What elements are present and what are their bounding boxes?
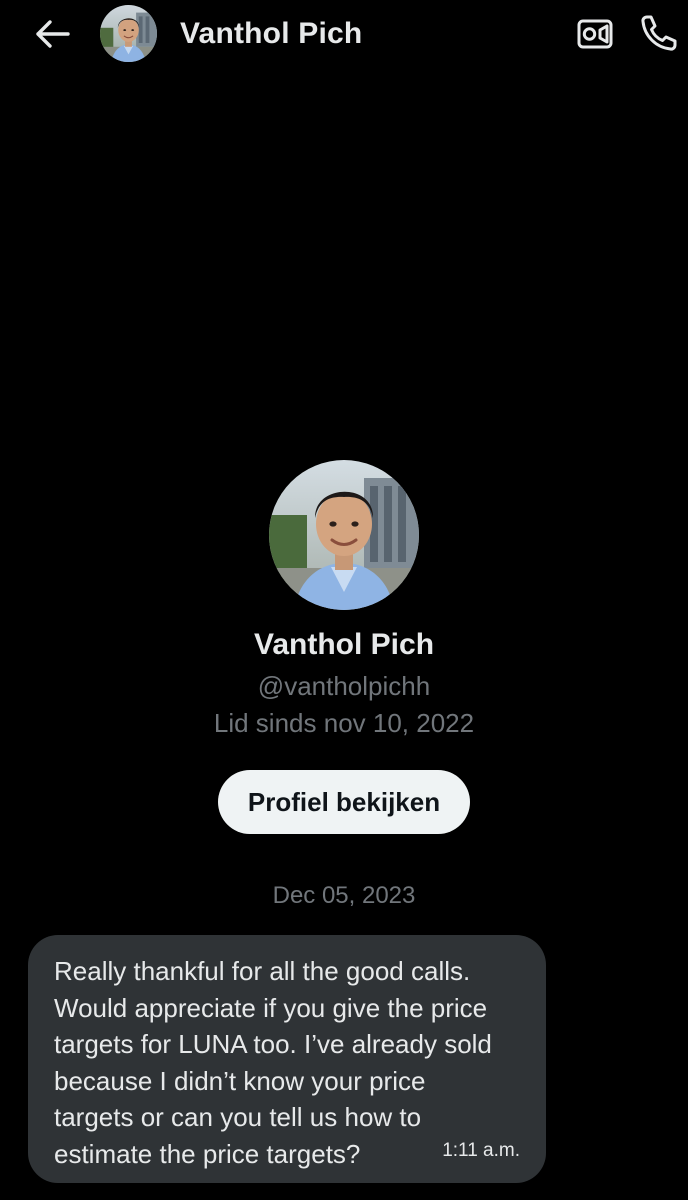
profile-card: Vanthol Pich @vantholpichh Lid sinds nov… [0,460,688,834]
avatar-photo [269,460,419,610]
profile-avatar[interactable] [269,460,419,610]
profile-joined-date: Lid sinds nov 10, 2022 [213,708,475,738]
back-button[interactable] [30,14,74,54]
phone-icon [641,15,677,51]
contact-avatar[interactable] [100,5,157,62]
conversation-header: Vanthol Pich [0,0,688,68]
date-divider: Dec 05, 2023 [272,882,416,909]
video-camera-icon [577,19,613,49]
arrow-left-icon [36,20,70,48]
video-call-button[interactable] [574,13,616,55]
message-timestamp: 1:11 a.m. [442,1140,520,1161]
audio-call-button[interactable] [638,12,680,54]
contact-name[interactable]: Vanthol Pich [180,14,362,54]
view-profile-button[interactable]: Profiel bekijken [217,770,471,834]
profile-handle: @vantholpichh [257,671,431,701]
message-bubble[interactable]: Really thankful for all the good calls. … [28,935,546,1183]
avatar-photo [100,5,157,62]
profile-name: Vanthol Pich [253,628,435,661]
